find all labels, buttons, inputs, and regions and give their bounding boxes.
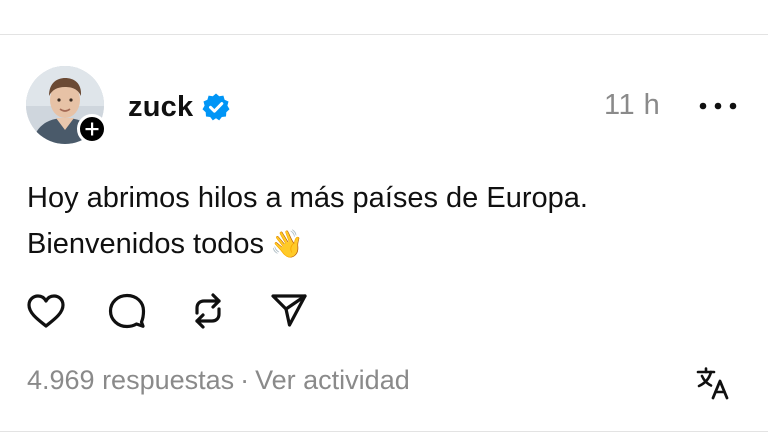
follow-button[interactable]: [77, 114, 107, 144]
verified-badge-icon: [201, 92, 231, 122]
post-text-line-2-text: Bienvenidos todos: [27, 228, 264, 260]
post-timestamp: 11 h: [604, 89, 661, 121]
more-options-button[interactable]: [695, 93, 741, 119]
post-stats: 4.969 respuestas · Ver actividad: [27, 365, 410, 396]
post-text-line-1: Hoy abrimos hilos a más países de Europa…: [27, 182, 588, 214]
plus-icon: [85, 122, 99, 136]
more-horizontal-icon: [699, 102, 737, 110]
like-button[interactable]: [24, 289, 68, 333]
author-row: zuck: [128, 87, 231, 127]
comment-icon: [108, 293, 146, 329]
waving-hand-emoji: 👋: [270, 229, 304, 259]
username[interactable]: zuck: [128, 91, 193, 124]
reply-button[interactable]: [105, 289, 149, 333]
bottom-divider: [0, 431, 768, 432]
view-activity-link[interactable]: Ver actividad: [255, 365, 410, 396]
post-text-line-2: Bienvenidos todos 👋: [27, 221, 747, 267]
stats-separator: ·: [240, 365, 250, 395]
replies-count-link[interactable]: 4.969 respuestas: [27, 365, 234, 396]
thread-post: zuck 11 h Hoy abrimos hilos a más países…: [0, 35, 768, 431]
translate-icon: [696, 367, 729, 400]
repost-button[interactable]: [186, 289, 230, 333]
repost-icon: [195, 293, 221, 329]
share-button[interactable]: [267, 289, 311, 333]
avatar-container[interactable]: [26, 66, 107, 144]
send-icon: [271, 294, 307, 327]
heart-icon: [27, 294, 65, 328]
action-bar: [24, 289, 348, 333]
translate-button[interactable]: [693, 363, 733, 403]
post-body: Hoy abrimos hilos a más países de Europa…: [27, 175, 747, 267]
